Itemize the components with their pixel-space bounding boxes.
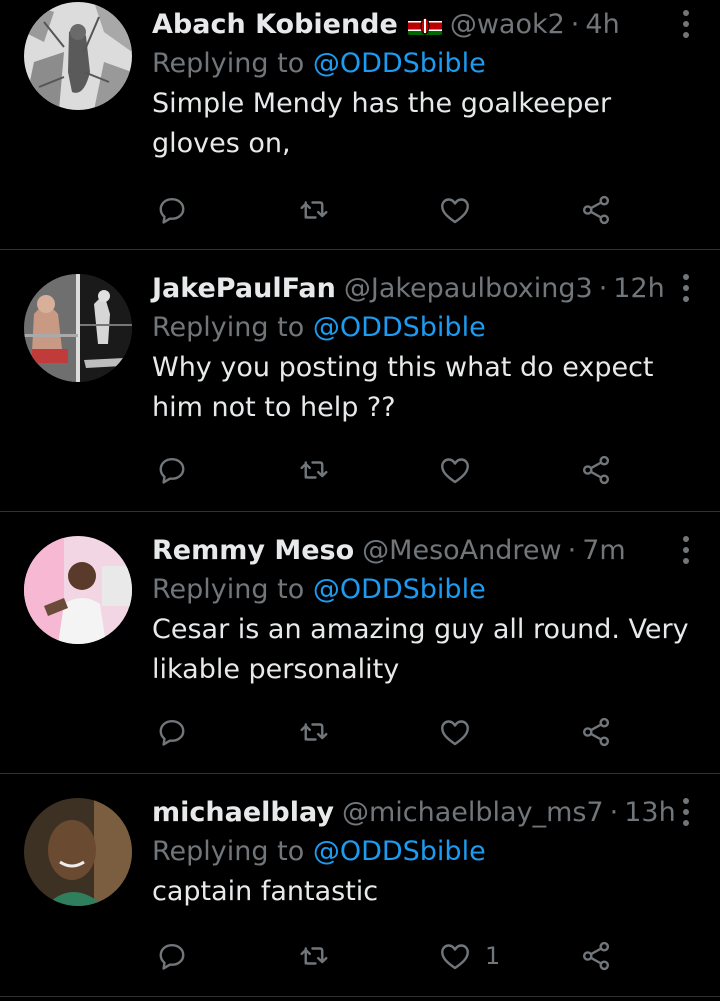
retweet-button[interactable] [296,450,332,490]
tweet-content: JakePaulFan @Jakepaulboxing3 · 12h Reply… [152,268,696,428]
retweet-button[interactable] [296,190,332,230]
share-button[interactable] [578,450,614,490]
divider [0,996,720,997]
replying-to: Replying to @ODDSbible [152,570,696,610]
timestamp[interactable]: 13h [624,797,675,828]
replying-to-prefix: Replying to [152,48,305,79]
like-button[interactable] [437,712,473,752]
heart-icon [441,720,469,746]
display-name[interactable]: JakePaulFan [152,273,336,304]
user-handle[interactable]: @michaelblay_ms7 [342,797,604,828]
tweet-text: Cesar is an amazing guy all round. Very … [152,614,689,685]
display-name[interactable]: Remmy Meso [152,535,354,566]
retweet-icon [300,723,328,741]
avatar[interactable] [24,536,132,644]
mention-link[interactable]: @ODDSbible [313,48,486,79]
share-button[interactable] [578,190,614,230]
tweet[interactable]: michaelblay @michaelblay_ms7 · 13h Reply… [0,774,720,1001]
tweet-actions [154,712,624,752]
replying-to-prefix: Replying to [152,836,305,867]
reply-button[interactable] [154,450,190,490]
tweet-actions: 1 [154,936,624,976]
comment-bubble-icon [159,458,185,484]
comment-bubble-icon [159,720,185,746]
share-icon [582,195,610,225]
heart-icon [441,458,469,484]
tweet-text: captain fantastic [152,876,379,907]
share-button[interactable] [578,712,614,752]
more-vertical-icon[interactable] [680,274,692,302]
avatar[interactable] [24,2,132,110]
timestamp[interactable]: 7m [582,535,625,566]
tweet-text: Simple Mendy has the goalkeeper gloves o… [152,88,612,159]
heart-icon [441,944,469,970]
like-button[interactable] [437,450,473,490]
comment-bubble-icon [159,198,185,224]
reply-feed: Abach Kobiende @waok2 · 4h Replying to @… [0,0,720,1001]
tweet[interactable]: Remmy Meso @MesoAndrew · 7m Replying to … [0,512,720,773]
share-icon [582,455,610,485]
tweet-actions [154,450,624,490]
mention-link[interactable]: @ODDSbible [313,836,486,867]
retweet-button[interactable] [296,712,332,752]
avatar[interactable] [24,798,132,906]
separator-dot: · [598,272,608,304]
tweet-header: Abach Kobiende @waok2 · 4h [152,4,696,44]
share-icon [582,717,610,747]
tweet[interactable]: Abach Kobiende @waok2 · 4h Replying to @… [0,0,720,249]
retweet-icon [300,947,328,965]
like-button[interactable]: 1 [437,936,500,976]
more-vertical-icon[interactable] [680,10,692,38]
display-name[interactable]: michaelblay [152,797,334,828]
retweet-button[interactable] [296,936,332,976]
separator-dot: · [570,8,580,40]
reply-button[interactable] [154,936,190,976]
replying-to: Replying to @ODDSbible [152,832,696,872]
reply-button[interactable] [154,712,190,752]
reply-button[interactable] [154,190,190,230]
tweet-content: michaelblay @michaelblay_ms7 · 13h Reply… [152,792,696,912]
separator-dot: · [567,534,577,566]
replying-to-prefix: Replying to [152,574,305,605]
share-button[interactable] [578,936,614,976]
tweet-actions [154,190,624,230]
user-handle[interactable]: @MesoAndrew [362,535,561,566]
display-name[interactable]: Abach Kobiende [152,9,398,40]
more-vertical-icon[interactable] [680,536,692,564]
like-button[interactable] [437,190,473,230]
tweet-header: Remmy Meso @MesoAndrew · 7m [152,530,696,570]
more-vertical-icon[interactable] [680,798,692,826]
heart-icon [441,198,469,224]
retweet-icon [300,461,328,479]
like-count: 1 [485,942,501,970]
retweet-icon [300,201,328,219]
timestamp[interactable]: 12h [613,273,664,304]
tweet[interactable]: JakePaulFan @Jakepaulboxing3 · 12h Reply… [0,250,720,511]
mention-link[interactable]: @ODDSbible [313,312,486,343]
tweet-content: Remmy Meso @MesoAndrew · 7m Replying to … [152,530,696,690]
mention-link[interactable]: @ODDSbible [313,574,486,605]
tweet-text: Why you posting this what do expect him … [152,352,654,423]
replying-to: Replying to @ODDSbible [152,44,696,84]
comment-bubble-icon [159,944,185,970]
tweet-header: JakePaulFan @Jakepaulboxing3 · 12h [152,268,696,308]
timestamp[interactable]: 4h [585,9,619,40]
replying-to-prefix: Replying to [152,312,305,343]
kenya-flag-icon [407,13,442,35]
avatar[interactable] [24,274,132,382]
share-icon [582,941,610,971]
tweet-content: Abach Kobiende @waok2 · 4h Replying to @… [152,4,696,164]
user-handle[interactable]: @waok2 [450,9,565,40]
user-handle[interactable]: @Jakepaulboxing3 [344,273,593,304]
replying-to: Replying to @ODDSbible [152,308,696,348]
separator-dot: · [609,796,619,828]
tweet-header: michaelblay @michaelblay_ms7 · 13h [152,792,696,832]
